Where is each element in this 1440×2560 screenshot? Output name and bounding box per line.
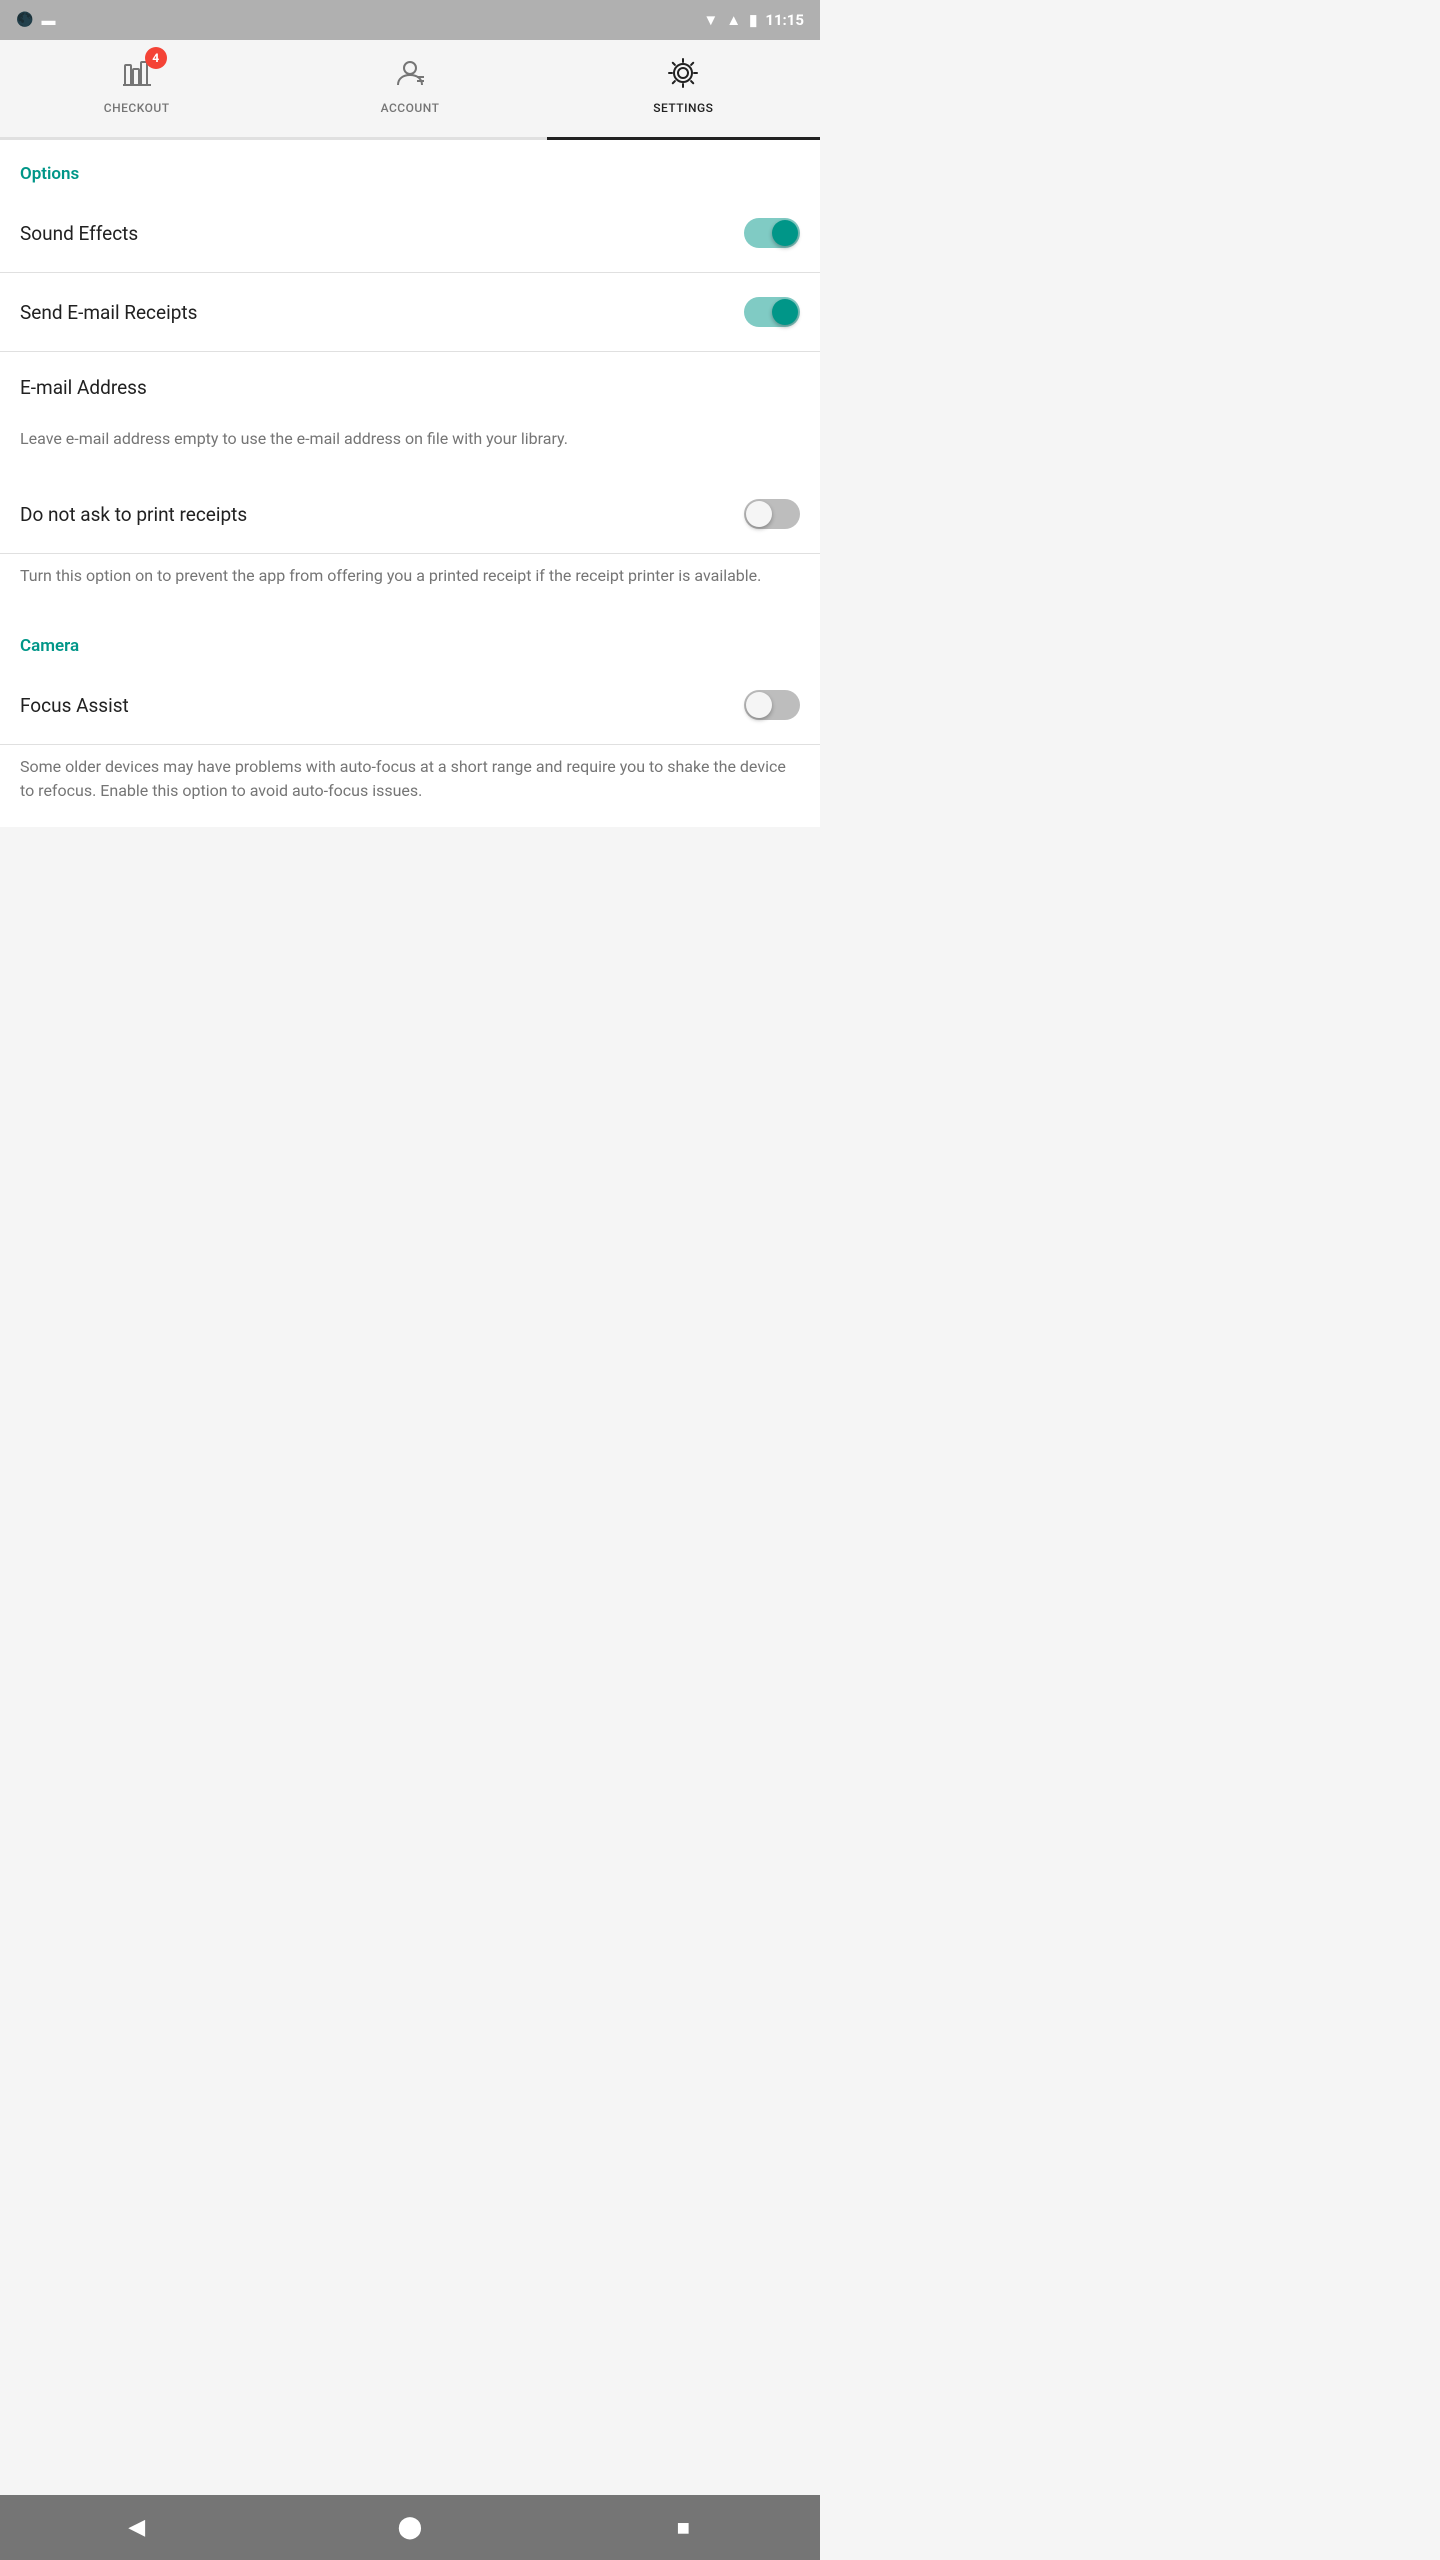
email-address-label: E-mail Address	[20, 376, 800, 399]
tab-checkout[interactable]: 4 CHECKOUT	[0, 40, 273, 137]
sound-effects-row: Sound Effects	[0, 194, 820, 273]
email-address-description: Leave e-mail address empty to use the e-…	[0, 417, 820, 475]
back-button[interactable]: ◀	[112, 2503, 162, 2553]
camera-header: Camera	[0, 612, 820, 666]
tab-settings-icon-wrap	[665, 55, 701, 95]
battery-icon: ▮	[749, 11, 757, 29]
tab-checkout-label: CHECKOUT	[104, 101, 170, 115]
send-email-row: Send E-mail Receipts	[0, 273, 820, 352]
status-bar: 🌑 ▬ ▼ ▲ ▮ 11:15	[0, 0, 820, 40]
status-bar-right: ▼ ▲ ▮ 11:15	[703, 11, 804, 29]
tab-checkout-icon-wrap: 4	[119, 55, 155, 95]
send-email-label: Send E-mail Receipts	[20, 301, 197, 324]
focus-assist-row: Focus Assist	[0, 666, 820, 745]
clock: 11:15	[765, 11, 804, 29]
camera-section: Camera Focus Assist Some older devices m…	[0, 612, 820, 827]
focus-assist-knob	[746, 692, 772, 718]
tab-settings[interactable]: SETTINGS	[547, 40, 820, 137]
sim-icon: 🌑	[16, 12, 33, 28]
settings-icon	[665, 55, 701, 91]
checkout-badge: 4	[145, 47, 167, 69]
signal-icon: ▲	[726, 11, 741, 29]
no-print-description: Turn this option on to prevent the app f…	[0, 554, 820, 612]
no-print-row: Do not ask to print receipts	[0, 475, 820, 554]
focus-assist-label: Focus Assist	[20, 694, 129, 717]
focus-assist-description: Some older devices may have problems wit…	[0, 745, 820, 827]
sound-effects-label: Sound Effects	[20, 222, 138, 245]
email-address-row: E-mail Address	[0, 352, 820, 417]
home-button[interactable]: ⬤	[385, 2503, 435, 2553]
tab-account-icon-wrap	[392, 55, 428, 95]
tab-account-label: ACCOUNT	[381, 101, 440, 115]
options-section: Options Sound Effects Send E-mail Receip…	[0, 140, 820, 612]
tab-account[interactable]: ACCOUNT	[273, 40, 546, 137]
notification-icon: ▬	[41, 12, 55, 29]
tab-bar: 4 CHECKOUT ACCOUNT SETTINGS	[0, 40, 820, 140]
recents-button[interactable]: ■	[658, 2503, 708, 2553]
account-icon	[392, 55, 428, 91]
sound-effects-knob	[772, 220, 798, 246]
bottom-nav: ◀ ⬤ ■	[0, 2495, 820, 2560]
tab-settings-label: SETTINGS	[653, 101, 713, 115]
status-bar-left: 🌑 ▬	[16, 12, 55, 29]
no-print-label: Do not ask to print receipts	[20, 503, 247, 526]
wifi-icon: ▼	[703, 11, 718, 29]
no-print-knob	[746, 501, 772, 527]
sound-effects-toggle[interactable]	[744, 218, 800, 248]
send-email-knob	[772, 299, 798, 325]
send-email-toggle[interactable]	[744, 297, 800, 327]
main-content: Options Sound Effects Send E-mail Receip…	[0, 140, 820, 827]
no-print-toggle[interactable]	[744, 499, 800, 529]
focus-assist-toggle[interactable]	[744, 690, 800, 720]
options-header: Options	[0, 140, 820, 194]
